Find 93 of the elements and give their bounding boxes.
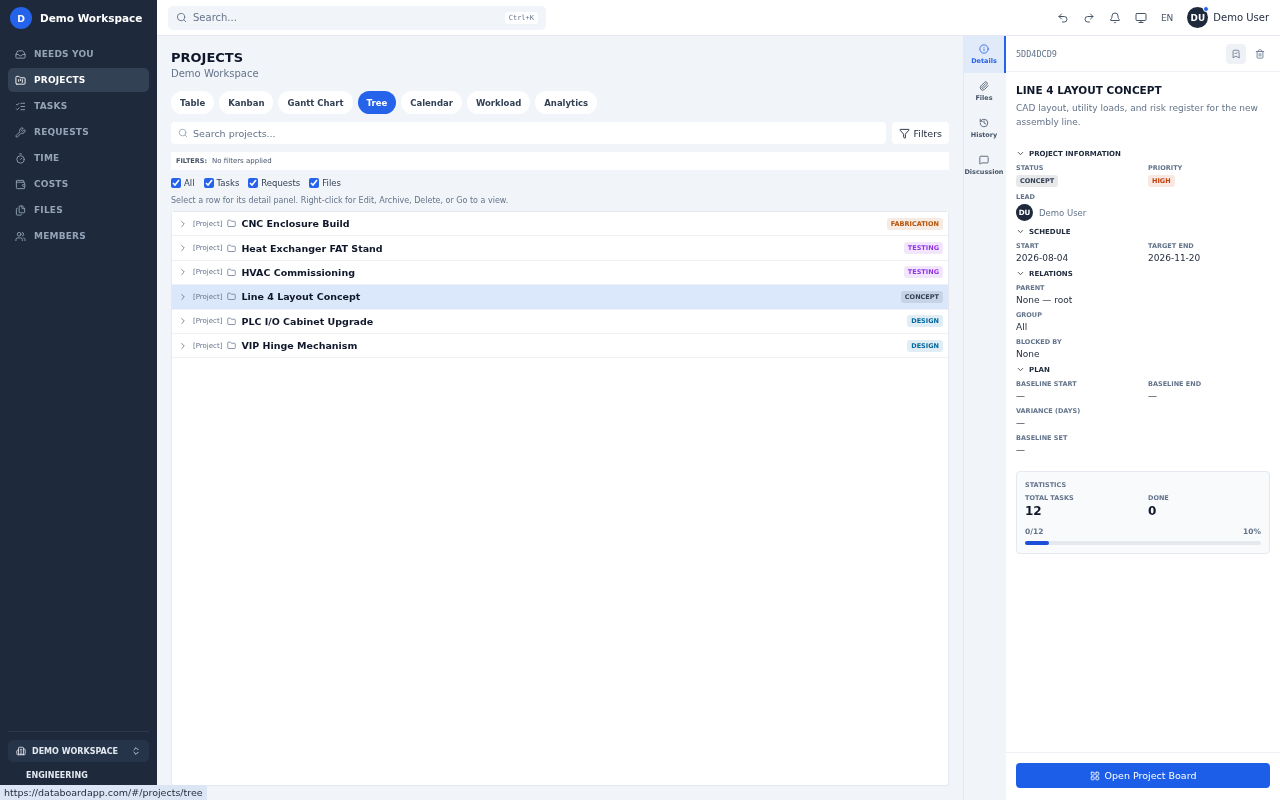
nav-icon [15,178,26,190]
nav-item[interactable]: COSTS [8,172,149,196]
field-value: 2026-11-20 [1148,253,1201,263]
checkbox[interactable] [309,178,320,188]
nav-item[interactable]: REQUESTS [8,120,149,144]
tab-icon [979,155,989,165]
undo-icon[interactable] [1056,11,1069,24]
workspace-name: Demo Workspace [40,12,143,24]
checkbox[interactable] [171,178,181,188]
stat-value: 0 [1148,504,1158,518]
tab-icon [979,44,989,54]
nav-item[interactable]: NEEDS YOU [8,42,149,66]
search-icon [176,12,187,23]
nav-icon [15,204,26,216]
workspace-switcher[interactable]: DEMO WORKSPACE [8,740,149,762]
folder-icon [227,243,237,253]
field-value: — [1016,391,1025,401]
nav-item[interactable]: TASKS [8,94,149,118]
chevron-icon [1016,227,1025,236]
project-name: VIP Hinge Mechanism [241,340,358,352]
nav-item[interactable]: MEMBERS [8,224,149,248]
page-title: PROJECTS [171,50,245,65]
nav-item[interactable]: TIME [8,146,149,170]
checkbox-label: Requests [261,178,301,188]
view-tab[interactable]: Analytics [535,91,598,114]
checkbox-label: Tasks [216,178,240,188]
field-value: — [1016,418,1025,428]
user-avatar[interactable]: DU [1187,7,1209,28]
field-value: — [1148,391,1157,401]
checkbox-label: Files [322,178,341,188]
building-icon [16,746,26,756]
view-tab[interactable]: Tree [357,91,397,114]
folder-icon [227,316,237,326]
field-value: None [1016,349,1040,359]
hint-text: Select a row for its detail panel. Right-click for Edit, Archive, Delete, or Go to a view. [171,196,510,205]
nav-icon [15,230,26,242]
checkbox[interactable] [203,178,214,188]
page-subtitle: Demo Workspace [171,68,260,79]
search-icon [178,128,188,138]
tab-icon [979,118,989,128]
team-selector[interactable]: ENGINEERING [8,766,149,784]
grid-icon [1089,770,1100,781]
open-board-button[interactable]: Open Project Board [1016,763,1270,788]
language-button[interactable]: EN [1160,12,1174,23]
project-name: PLC I/O Cabinet Upgrade [241,315,374,327]
folder-icon [227,292,237,302]
nav-item[interactable]: PROJECTS [8,68,149,92]
filter-icon [898,127,910,139]
project-description: CAD layout, utility loads, and risk register for the new assembly line. [1016,102,1259,129]
view-tab[interactable]: Workload [466,91,531,114]
monitor-icon[interactable] [1134,11,1147,24]
project-name: Heat Exchanger FAT Stand [241,242,383,254]
nav-icon [15,100,26,112]
user-name[interactable]: Demo User [1213,12,1269,23]
stat-value: 12 [1025,504,1043,518]
chevrons-icon [131,746,141,756]
view-tab[interactable]: Table [171,91,215,114]
nav-icon [15,126,26,138]
folder-icon [227,341,237,351]
bookmark-button[interactable] [1226,43,1246,64]
redo-icon[interactable] [1082,11,1095,24]
project-search-field[interactable]: Search projects... [171,122,886,144]
link-status-tooltip: https://databoardapp.com/#/projects/tree [0,785,207,800]
nav-icon [15,48,26,60]
nav-item[interactable]: FILES [8,198,149,222]
chevron-icon [1016,365,1025,374]
nav-icon [15,74,26,86]
filters-button[interactable]: Filters [891,122,949,144]
chevron-icon [1016,269,1025,278]
view-tab[interactable]: Kanban [219,91,274,114]
field-value: All [1016,322,1028,332]
nav-icon [15,152,26,164]
field-value: — [1016,445,1025,455]
project-name: HVAC Commissioning [241,266,355,278]
folder-icon [227,219,237,229]
field-value: 2026-08-04 [1016,253,1069,263]
bookmark-icon [1231,48,1241,59]
workspace-avatar: D [10,7,32,29]
lead-name: Demo User [1039,207,1087,218]
bell-icon[interactable] [1108,11,1121,24]
project-name: CNC Enclosure Build [241,218,350,230]
checkbox-label: All [184,178,195,188]
tab-icon [979,81,989,91]
project-id: 5DD4DCD9 [1016,48,1057,59]
view-tab[interactable]: Gantt Chart [278,91,353,114]
project-name: Line 4 Layout Concept [241,291,361,303]
chevron-icon [1016,149,1025,158]
view-tab[interactable]: Calendar [401,91,462,114]
trash-icon [1255,48,1265,59]
field-value: None — root [1016,295,1073,305]
checkbox[interactable] [248,178,259,188]
project-title: LINE 4 LAYOUT CONCEPT [1016,84,1163,96]
folder-icon [227,267,237,277]
